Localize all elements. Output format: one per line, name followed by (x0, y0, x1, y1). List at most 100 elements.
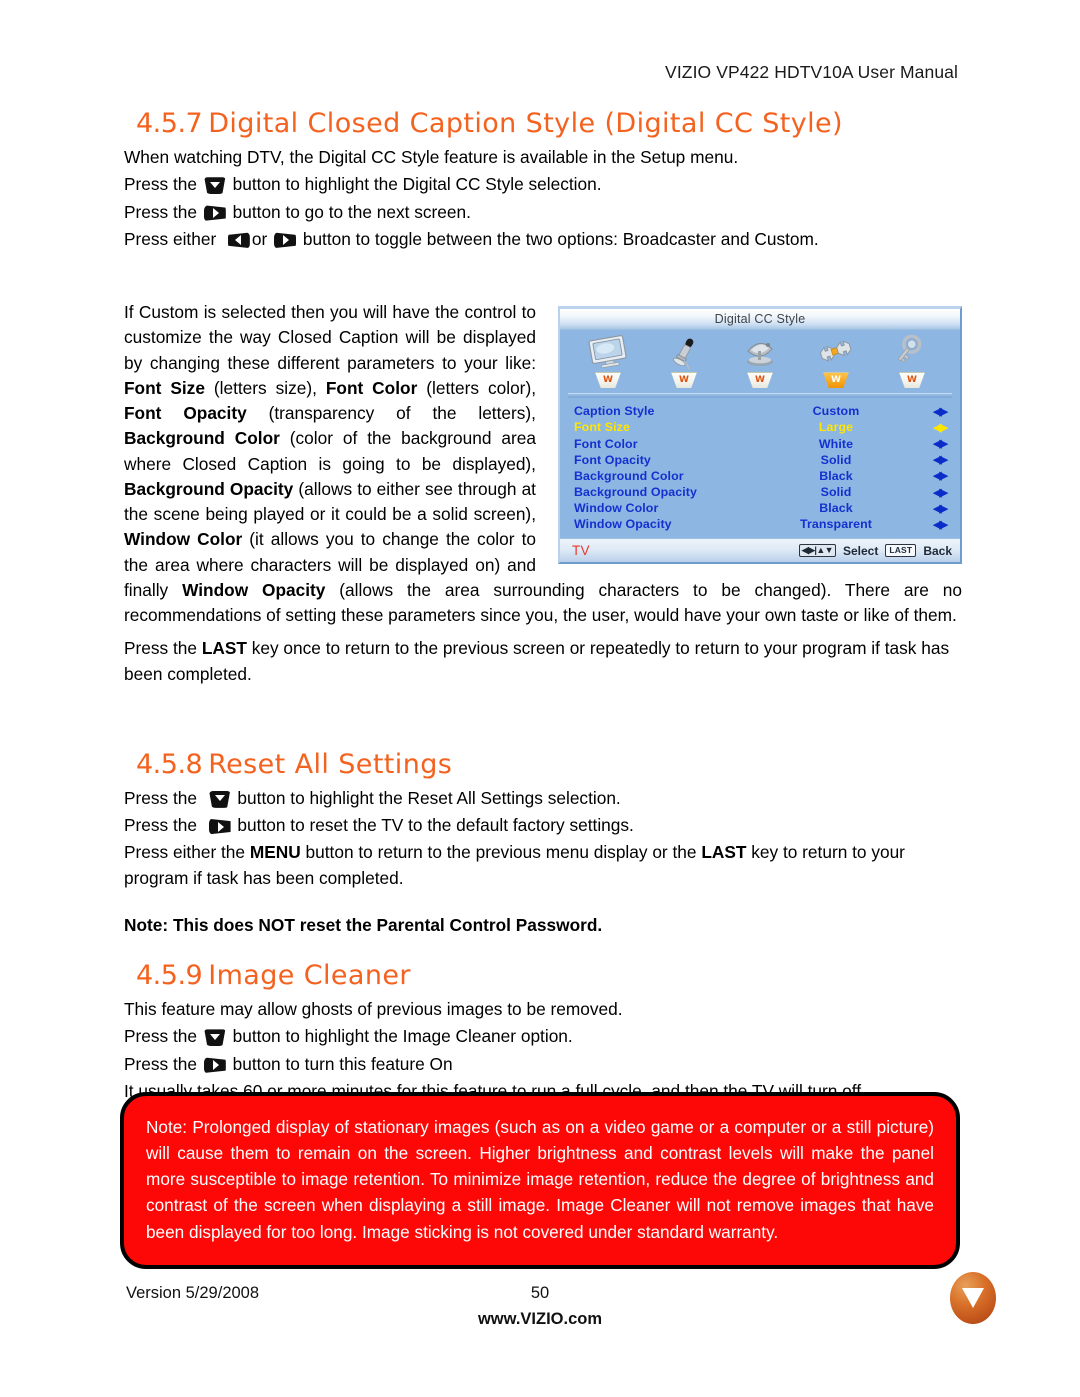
section-heading-458: 4.5.8 Reset All Settings (124, 749, 962, 780)
osd-tab-badge-setup: W (823, 372, 849, 389)
osd-label: Background Opacity (574, 485, 697, 500)
s458-step1-suffix: button to highlight the Reset All Settin… (237, 787, 621, 808)
osd-back-label: Back (923, 543, 952, 558)
navigation-pad-icon: ◀▶|▲▼ (798, 544, 836, 558)
s458-step2-prefix: Press the (124, 815, 197, 836)
picture-monitor-icon (586, 333, 630, 371)
left-right-adjust-icon[interactable]: ◀▶ (912, 453, 948, 466)
osd-label: Font Size (574, 420, 630, 435)
audio-microphone-icon (662, 333, 706, 371)
setup-wrench-icon (814, 333, 858, 371)
s457-last-prefix: Press the (124, 638, 202, 659)
osd-tab-badge-audio: W (671, 372, 697, 389)
osd-footer-bar: TV ◀▶|▲▼ Select LAST Back (560, 538, 960, 563)
osd-row-window-opacity[interactable]: Window Opacity Transparent ◀▶ (574, 516, 948, 532)
osd-label: Window Color (574, 501, 659, 516)
osd-divider (568, 393, 952, 399)
s459-step1-prefix: Press the (124, 1026, 197, 1047)
section-number-458: 4.5.8 (136, 748, 203, 780)
left-right-adjust-icon[interactable]: ◀▶ (912, 502, 948, 515)
image-retention-note-box: Note: Prolonged display of stationary im… (120, 1092, 960, 1269)
section-title-459: Image Cleaner (208, 960, 411, 992)
s459-step2-prefix: Press the (124, 1053, 197, 1074)
section-title-457: Digital Closed Caption Style (Digital CC… (208, 108, 843, 139)
s457-step2-prefix: Press the (124, 201, 197, 222)
osd-settings-list: Caption Style Custom ◀▶ Font Size Large … (560, 403, 960, 533)
left-right-adjust-icon[interactable]: ◀▶ (912, 437, 948, 450)
osd-row-window-color[interactable]: Window Color Black ◀▶ (574, 500, 948, 516)
osd-label: Font Opacity (574, 452, 651, 467)
right-arrow-key-icon (208, 818, 231, 835)
left-right-adjust-icon[interactable]: ◀▶ (912, 486, 948, 499)
key-menu: MENU (249, 842, 301, 863)
right-arrow-key-icon (203, 1057, 226, 1074)
s459-intro: This feature may allow ghosts of previou… (124, 999, 623, 1020)
osd-value: Black (819, 501, 853, 516)
osd-value: Custom (812, 404, 860, 419)
osd-row-background-color[interactable]: Background Color Black ◀▶ (574, 468, 948, 484)
left-arrow-key-icon (227, 232, 250, 249)
s459-step1-suffix: button to highlight the Image Cleaner op… (232, 1026, 573, 1047)
last-key-icon: LAST (885, 544, 917, 558)
s457-intro: When watching DTV, the Digital CC Style … (124, 147, 739, 168)
osd-row-font-opacity[interactable]: Font Opacity Solid ◀▶ (574, 452, 948, 468)
osd-screenshot-digital-cc-style: Digital CC Style W W W W W Caption Style… (558, 306, 962, 565)
s457-last-key-paragraph: Press the LAST key once to return to the… (124, 636, 962, 687)
osd-tab-picture[interactable]: W (570, 333, 646, 392)
page-running-header: VIZIO VP422 HDTV10A User Manual (665, 62, 958, 82)
osd-value: Black (819, 468, 853, 483)
key-last: LAST (701, 842, 747, 863)
s457-para-intro: If Custom is selected then you will have… (124, 302, 536, 373)
osd-tab-audio[interactable]: W (646, 333, 722, 392)
left-right-adjust-icon[interactable]: ◀▶ (912, 421, 948, 434)
osd-source-label: TV (572, 543, 590, 559)
s458-step1-prefix: Press the (124, 787, 197, 808)
right-arrow-key-icon-2 (274, 232, 297, 249)
s458-step3-prefix: Press either the (124, 842, 250, 863)
parental-key-icon (890, 333, 934, 371)
s458-step2-suffix: button to reset the TV to the default fa… (237, 815, 634, 836)
osd-value: White (818, 436, 854, 451)
osd-icon-row: W W W W W (560, 330, 960, 392)
note-box-text: Note: Prolonged display of stationary im… (146, 1117, 934, 1242)
left-right-adjust-icon[interactable]: ◀▶ (912, 405, 948, 418)
section-heading-459: 4.5.9 Image Cleaner (124, 960, 962, 991)
osd-row-caption-style[interactable]: Caption Style Custom ◀▶ (574, 403, 948, 419)
section-number-457: 4.5.7 (136, 108, 203, 139)
s457-t1: (letters size), (204, 377, 326, 398)
osd-tab-badge-tuner: W (747, 372, 773, 389)
s458-step2: Press the button to reset the TV to the … (124, 813, 962, 838)
term-font-opacity: Font Opacity (124, 403, 247, 424)
osd-row-background-opacity[interactable]: Background Opacity Solid ◀▶ (574, 484, 948, 500)
osd-tab-parental[interactable]: W (874, 333, 950, 392)
osd-row-font-color[interactable]: Font Color White ◀▶ (574, 435, 948, 451)
vizio-logo-icon (950, 1272, 996, 1324)
osd-label: Font Color (574, 436, 638, 451)
down-arrow-key-icon (204, 177, 226, 195)
osd-select-label: Select (842, 543, 879, 558)
down-arrow-key-icon (209, 790, 231, 808)
footer-page-number: 50 (530, 1284, 550, 1302)
s459-step2: Press the button to turn this feature On (124, 1052, 962, 1077)
s457-step3-suffix: button to toggle between the two options… (302, 228, 819, 249)
s458-menu-last-paragraph: Press either the MENU button to return t… (124, 840, 962, 891)
osd-tab-tuner[interactable]: W (722, 333, 798, 392)
osd-row-font-size[interactable]: Font Size Large ◀▶ (574, 419, 948, 435)
s457-t2: (letters color), (417, 377, 536, 398)
osd-value: Solid (820, 485, 852, 500)
osd-value: Transparent (799, 517, 873, 532)
s457-step2-suffix: button to go to the next screen. (232, 201, 471, 222)
footer-website-url: www.VIZIO.com (477, 1310, 603, 1328)
s457-step2: Press the button to go to the next scree… (124, 200, 962, 225)
section-heading-457: 4.5.7 Digital Closed Caption Style (Digit… (124, 108, 962, 139)
osd-label: Caption Style (574, 404, 655, 419)
osd-label: Window Opacity (574, 517, 672, 532)
osd-title-bar: Digital CC Style (560, 309, 960, 331)
osd-tab-badge-picture: W (595, 372, 621, 389)
term-font-size: Font Size (124, 377, 205, 398)
osd-tab-setup[interactable]: W (798, 333, 874, 392)
s457-t3: (transparency of the letters), (246, 403, 536, 424)
s458-step1: Press the button to highlight the Reset … (124, 786, 962, 811)
left-right-adjust-icon[interactable]: ◀▶ (912, 518, 948, 531)
left-right-adjust-icon[interactable]: ◀▶ (912, 469, 948, 482)
